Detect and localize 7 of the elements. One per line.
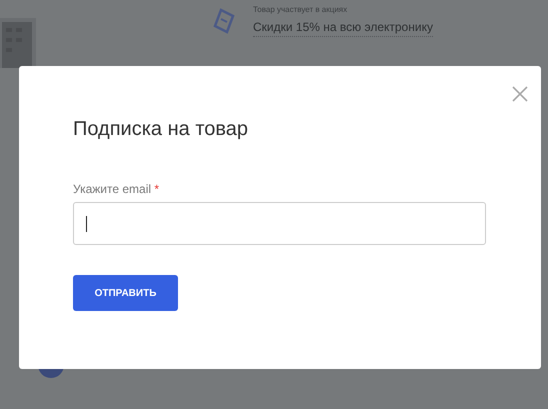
submit-button[interactable]: ОТПРАВИТЬ	[73, 275, 178, 312]
email-field[interactable]	[73, 202, 486, 246]
field-label: Укажите email *	[73, 182, 160, 196]
promo-caption: Товар участвует в акциях	[253, 4, 348, 16]
promo-link[interactable]: Скидки 15% на всю электронику	[253, 18, 433, 37]
ticket-icon	[213, 8, 235, 34]
modal-title: Подписка на товар	[73, 117, 250, 142]
